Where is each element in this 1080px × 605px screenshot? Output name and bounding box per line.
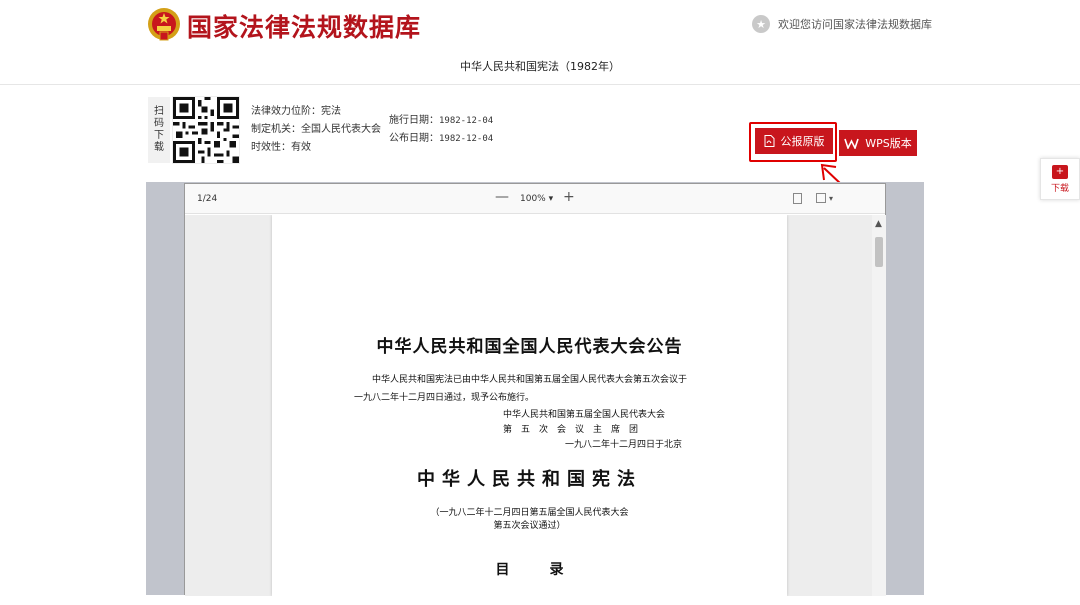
- chevron-down-icon: ▾: [548, 194, 554, 204]
- floating-download-button[interactable]: + 下载: [1040, 158, 1080, 200]
- wps-button-label: WPS版本: [865, 137, 912, 150]
- meta-label: 时效性：: [251, 142, 291, 153]
- adoption-note-line: （一九八二年十二月四日第五届全国人民代表大会: [430, 508, 629, 518]
- pdf-page: 中华人民共和国全国人民代表大会公告 中华人民共和国宪法已由中华人民共和国第五届全…: [272, 215, 787, 596]
- meta-left: 法律效力位阶：宪法 制定机关：全国人民代表大会 时效性：有效: [251, 103, 381, 157]
- meta-validity: 时效性：有效: [251, 139, 381, 157]
- scroll-up-icon[interactable]: ▲: [875, 219, 882, 229]
- meta-effect-level: 法律效力位阶：宪法: [251, 103, 381, 121]
- zoom-in-button[interactable]: +: [563, 189, 575, 205]
- meta-value: 1982-12-04: [439, 134, 494, 144]
- page-count[interactable]: 1/24: [197, 194, 217, 204]
- meta-label: 制定机关：: [251, 124, 301, 135]
- announcement-title: 中华人民共和国全国人民代表大会公告: [376, 337, 683, 357]
- scroll-thumb[interactable]: [875, 237, 883, 267]
- qr-label-char: 载: [154, 142, 164, 153]
- meta-enacting-body: 制定机关：全国人民代表大会: [251, 121, 381, 139]
- highlight-annotation-box: [749, 122, 837, 162]
- site-header: 国家法律法规数据库 ★ 欢迎您访问国家法律法规数据库: [0, 0, 1080, 52]
- welcome-text: 欢迎您访问国家法律法规数据库: [778, 18, 932, 31]
- site-title[interactable]: 国家法律法规数据库: [187, 8, 421, 44]
- meta-right: 施行日期：1982-12-04 公布日期：1982-12-04: [389, 112, 493, 148]
- star-icon: ★: [752, 15, 770, 33]
- pdf-viewer[interactable]: 1/24 — 100% ▾ + ▾ 中华人民共和国全国人民代表大会公告 中华人民…: [184, 183, 886, 596]
- download-icon: +: [1052, 164, 1068, 179]
- meta-value: 宪法: [321, 106, 341, 117]
- meta-effective-date: 施行日期：1982-12-04: [389, 112, 493, 130]
- constitution-title: 中华人民共和国宪法: [417, 469, 642, 490]
- page-view-icon[interactable]: [793, 193, 802, 204]
- divider: [0, 84, 1080, 85]
- zoom-level-value: 100%: [520, 194, 546, 204]
- chevron-down-icon[interactable]: ▾: [829, 194, 833, 203]
- national-emblem-icon[interactable]: [146, 6, 182, 44]
- announcement-paragraph-line: 一九八二年十二月四日通过，现予公布施行。: [354, 393, 535, 403]
- vertical-scrollbar[interactable]: ▲: [872, 215, 886, 596]
- signature-date: 一九八二年十二月四日于北京: [565, 440, 683, 450]
- meta-label: 公布日期：: [389, 133, 439, 144]
- meta-label: 施行日期：: [389, 115, 439, 126]
- adoption-note-line: 第五次会议通过）: [493, 521, 566, 531]
- wps-logo-icon: [844, 138, 860, 149]
- meta-value: 1982-12-04: [439, 116, 494, 126]
- qr-code-icon: [172, 96, 240, 164]
- table-of-contents-heading: 目录: [495, 562, 604, 578]
- qr-label-char: 下: [154, 130, 164, 141]
- welcome-message: ★ 欢迎您访问国家法律法规数据库: [752, 14, 932, 34]
- signature-line: 第 五 次 会 议 主 席 团: [503, 425, 639, 435]
- wps-version-button[interactable]: WPS版本: [839, 130, 917, 156]
- meta-value: 有效: [291, 142, 311, 153]
- meta-publish-date: 公布日期：1982-12-04: [389, 130, 493, 148]
- qr-label-char: 扫: [154, 106, 164, 117]
- zoom-level-select[interactable]: 100% ▾: [520, 194, 553, 204]
- pdf-toolbar: 1/24 — 100% ▾ + ▾: [185, 184, 885, 214]
- meta-label: 法律效力位阶：: [251, 106, 321, 117]
- save-icon[interactable]: [816, 193, 826, 203]
- pdf-canvas: 中华人民共和国全国人民代表大会公告 中华人民共和国宪法已由中华人民共和国第五届全…: [185, 215, 872, 596]
- meta-value: 全国人民代表大会: [301, 124, 381, 135]
- signature-line: 中华人民共和国第五届全国人民代表大会: [503, 410, 666, 420]
- zoom-out-button[interactable]: —: [495, 189, 509, 205]
- document-title: 中华人民共和国宪法（1982年）: [460, 60, 620, 73]
- download-label: 下载: [1050, 183, 1069, 194]
- qr-label-char: 码: [154, 118, 164, 129]
- announcement-paragraph-line: 中华人民共和国宪法已由中华人民共和国第五届全国人民代表大会第五次会议于: [372, 375, 688, 385]
- qr-scan-label: 扫 码 下 载: [148, 97, 170, 163]
